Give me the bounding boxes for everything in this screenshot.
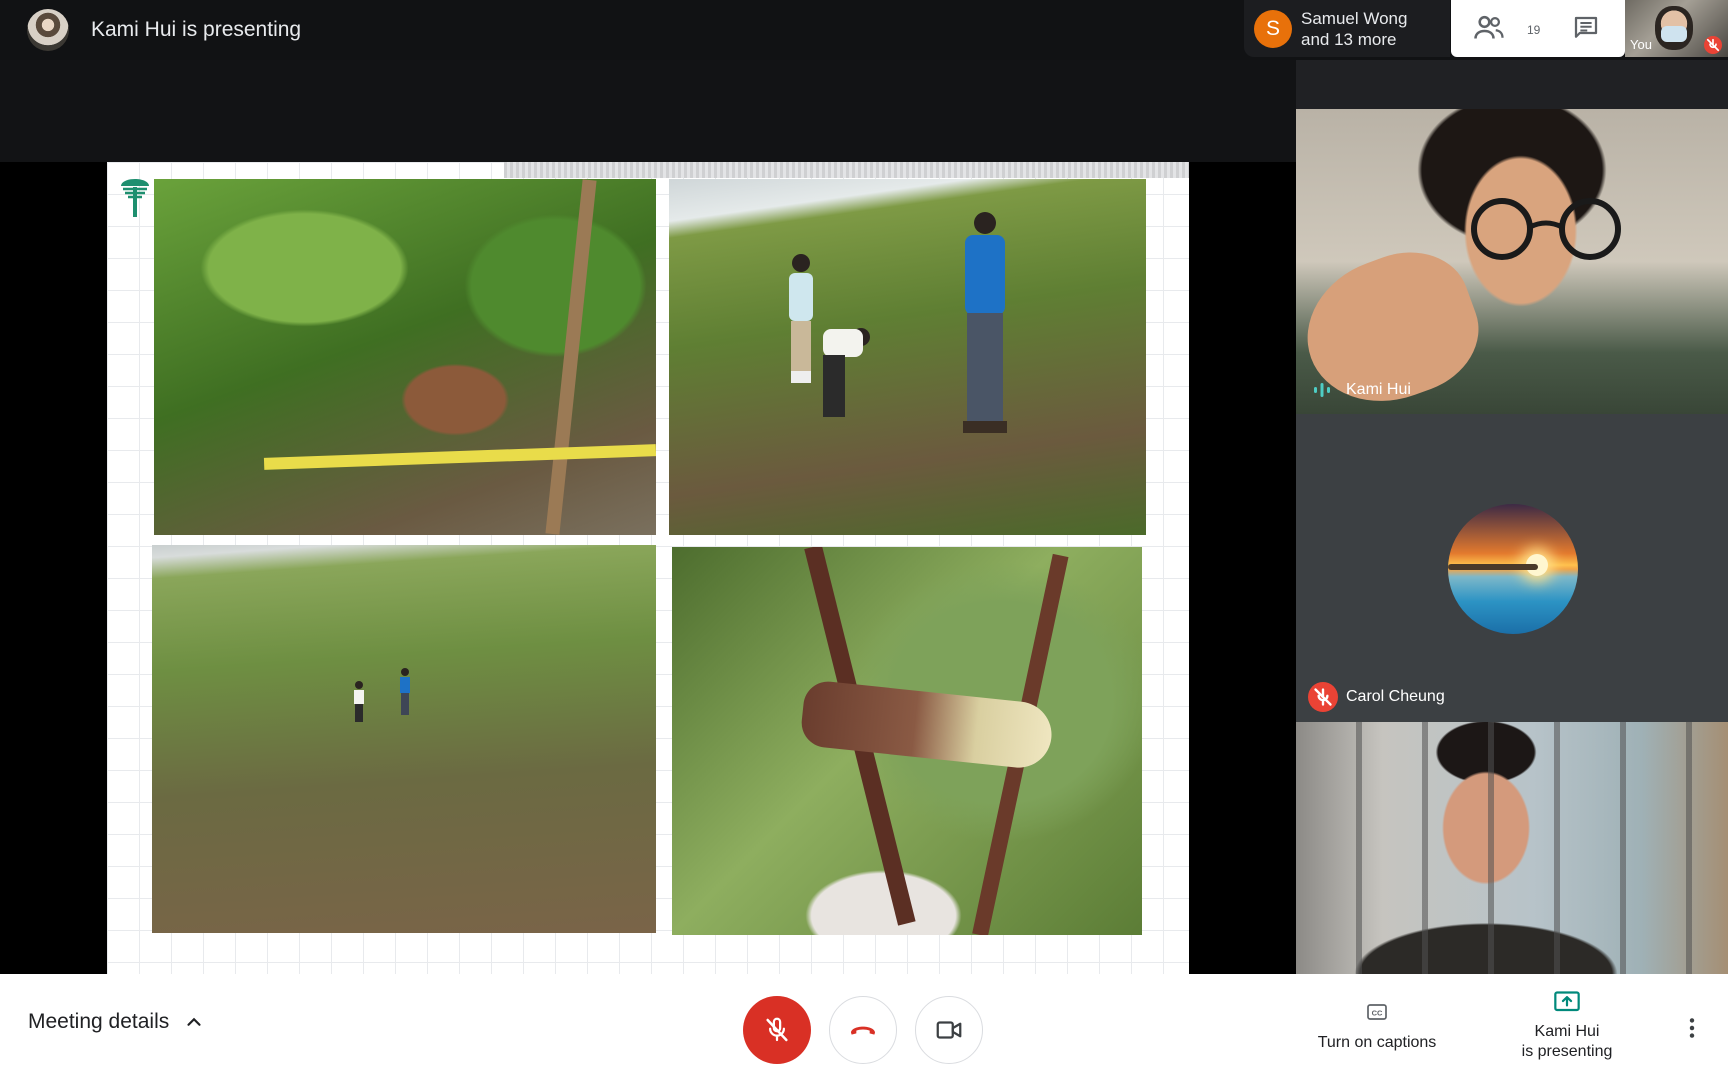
mic-off-icon <box>766 1017 788 1042</box>
mic-off-icon <box>1308 682 1338 712</box>
stage-top-band <box>0 60 1296 162</box>
participant-avatar: S <box>1254 10 1292 48</box>
participant-name-label: Carol Cheung <box>1346 688 1445 705</box>
participants-summary[interactable]: S Samuel Wong and 13 more <box>1244 0 1450 57</box>
more-vert-icon <box>1689 1018 1695 1038</box>
more-options-button[interactable] <box>1678 1014 1706 1042</box>
chat-icon <box>1574 16 1598 38</box>
people-button[interactable]: 19 <box>1471 10 1540 46</box>
meeting-details-button[interactable]: Meeting details <box>28 1010 205 1034</box>
photo-cocoon <box>799 679 1055 771</box>
present-screen-icon <box>1554 991 1580 1012</box>
captions-icon: CC <box>1367 1004 1387 1020</box>
people-count: 19 <box>1527 23 1541 37</box>
video-glasses <box>1471 198 1621 260</box>
presenter-avatar <box>27 9 69 51</box>
slide-photo-survey-team <box>669 179 1146 535</box>
participant-name: Samuel Wong <box>1301 9 1408 28</box>
microphone-toggle-button[interactable] <box>743 996 811 1064</box>
photo-person <box>963 212 1007 433</box>
slide-photo-moth <box>154 179 656 535</box>
photo-person <box>400 668 410 715</box>
call-end-icon <box>851 1026 875 1035</box>
captions-label: Turn on captions <box>1317 1034 1437 1051</box>
photo-person <box>823 328 870 417</box>
photo-person <box>354 681 364 722</box>
videocam-icon <box>936 1021 962 1039</box>
presenting-button[interactable]: Kami Hui is presenting <box>1502 990 1632 1062</box>
photo-person <box>789 254 813 383</box>
meeting-details-label: Meeting details <box>28 1010 170 1033</box>
chevron-up-icon <box>187 1017 201 1026</box>
carol-avatar <box>1448 504 1578 634</box>
slide-photo-hillside <box>152 545 656 933</box>
camera-toggle-button[interactable] <box>915 996 983 1064</box>
people-icon <box>1474 15 1504 39</box>
video-window-bars <box>1296 722 1728 974</box>
slide-header-strip <box>504 162 1189 178</box>
leave-call-button[interactable] <box>829 996 897 1064</box>
svg-text:CC: CC <box>1372 1009 1383 1018</box>
avatar-island <box>1448 564 1538 570</box>
top-bar: Kami Hui is presenting S Samuel Wong and… <box>0 0 1728 60</box>
captions-button[interactable]: CC Turn on captions <box>1302 1000 1452 1052</box>
self-mic-off-icon <box>1704 36 1722 54</box>
speaking-icon <box>1314 383 1330 397</box>
top-actions: 19 <box>1451 0 1625 57</box>
self-label: You <box>1630 37 1652 52</box>
chat-button[interactable] <box>1561 10 1611 46</box>
participant-tile-kami[interactable]: Kami Hui <box>1296 109 1728 414</box>
bottom-toolbar: Meeting details CC Turn on captions Kami… <box>0 974 1728 1080</box>
presenter-label: Kami Hui is presenting <box>91 18 302 41</box>
self-video-mask <box>1661 26 1687 42</box>
tree-logo-icon <box>121 179 149 217</box>
photo-stem <box>545 179 597 535</box>
participant-tile-video[interactable] <box>1296 722 1728 974</box>
slide-photo-cocoon-twig <box>672 547 1142 935</box>
participant-name-label: Kami Hui <box>1346 381 1411 398</box>
participant-more: and 13 more <box>1301 30 1397 49</box>
participant-tile-carol[interactable]: Carol Cheung <box>1296 414 1728 722</box>
present-label-line1: Kami Hui <box>1534 1023 1600 1040</box>
present-label-line2: is presenting <box>1521 1043 1613 1060</box>
photo-measuring-tape <box>263 444 656 470</box>
